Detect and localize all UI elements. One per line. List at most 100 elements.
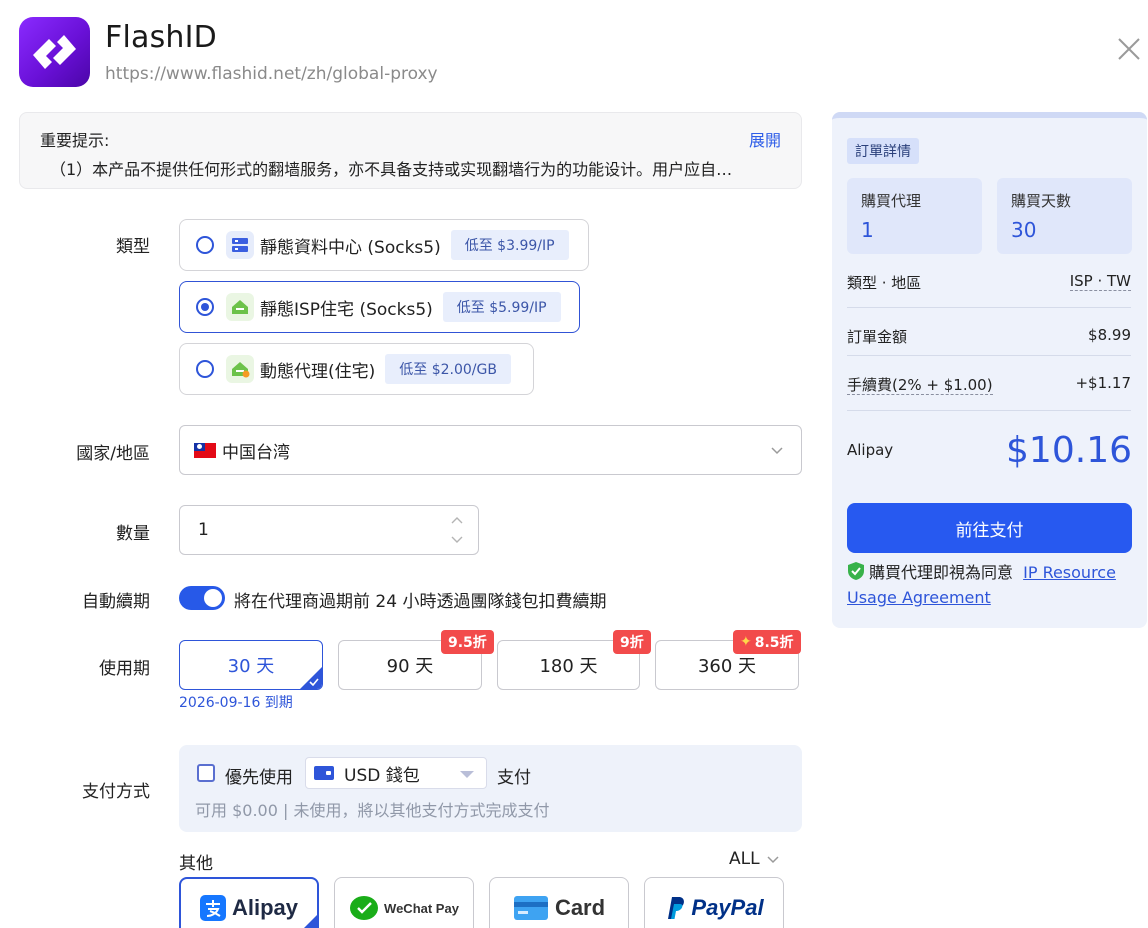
method-label: Alipay (847, 441, 894, 459)
wallet-panel: 優先使用 USD 錢包 支付 可用 $0.00 | 未使用，將以其他支付方式完成… (179, 745, 802, 832)
close-icon[interactable] (1114, 34, 1144, 64)
quantity-stepper[interactable]: 1 (179, 505, 479, 555)
days-label: 購買天數 (1011, 192, 1072, 210)
stepper-arrows-icon[interactable] (450, 514, 464, 546)
summary-tag: 訂單詳情 (847, 138, 919, 164)
period-option-label: 360 天 (697, 656, 757, 677)
auto-renew-toggle[interactable] (179, 586, 225, 610)
method-label: Alipay (231, 895, 299, 920)
proxy-count-value: 1 (861, 218, 874, 242)
type-region-label: 類型 · 地區 (847, 274, 922, 292)
type-option-isp[interactable]: 靜態ISP住宅 (Socks5) 低至 $5.99/IP (179, 281, 580, 333)
method-wechat-pay[interactable]: WeChat Pay (334, 877, 474, 928)
wechat-pay-icon (350, 896, 379, 920)
period-option-label: 180 天 (539, 656, 598, 677)
agreement-text: 購買代理即視為同意 (869, 563, 1014, 582)
fee-value: +$1.17 (1075, 374, 1131, 392)
region-select[interactable]: 中国台湾 (179, 425, 802, 475)
home-icon (226, 293, 254, 321)
type-label: 類型 (116, 237, 150, 257)
amount-label: 訂單金額 (847, 328, 908, 346)
wallet-checkbox[interactable] (197, 764, 215, 782)
selected-corner (295, 915, 317, 928)
divider (847, 307, 1131, 308)
radio-button[interactable] (196, 298, 214, 316)
fee-row: 手續費(2% + $1.00) +$1.17 (847, 374, 1131, 395)
price-tag: 低至 $5.99/IP (442, 292, 561, 322)
chevron-down-icon (767, 856, 779, 864)
taiwan-flag-icon (194, 442, 216, 458)
type-option-label: 靜態ISP住宅 (Socks5) (260, 299, 433, 320)
days-value: 30 (1011, 218, 1037, 242)
divider (847, 355, 1131, 356)
amount-value: $8.99 (1088, 326, 1131, 344)
method-filter-label: ALL (729, 849, 760, 869)
alipay-icon (199, 895, 226, 921)
auto-renew-description: 將在代理商過期前 24 小時透過團隊錢包扣費續期 (234, 592, 607, 612)
type-region-value: ISP · TW (1069, 272, 1131, 291)
method-label: WeChat Pay (384, 900, 459, 916)
type-option-dynamic[interactable]: 動態代理(住宅) 低至 $2.00/GB (179, 343, 534, 395)
method-alipay[interactable]: Alipay (179, 877, 319, 928)
wallet-prefix-text: 優先使用 (225, 768, 293, 788)
auto-renew-label: 自動續期 (82, 592, 150, 612)
divider (847, 410, 1131, 411)
radio-button[interactable] (196, 236, 214, 254)
server-icon (226, 231, 254, 259)
type-region-row: 類型 · 地區 ISP · TW (847, 272, 1131, 293)
important-notice: 重要提示: 展開 （1）本产品不提供任何形式的翻墙服务，亦不具备支持或实现翻墙行… (19, 112, 802, 189)
amount-row: 訂單金額 $8.99 (847, 326, 1131, 347)
period-option-label: 90 天 (386, 656, 434, 677)
method-card[interactable]: Card (489, 877, 629, 928)
wallet-select[interactable]: USD 錢包 (305, 757, 487, 789)
period-option-label: 30 天 (227, 656, 275, 677)
proxy-count-label: 購買代理 (861, 192, 922, 210)
region-label: 國家/地區 (76, 444, 150, 464)
expire-date: 2026-09-16 到期 (179, 695, 293, 711)
chevron-down-icon (771, 447, 783, 455)
price-tag: 低至 $2.00/GB (385, 354, 511, 384)
type-option-label: 動態代理(住宅) (260, 361, 376, 382)
wallet-hint: 可用 $0.00 | 未使用，將以其他支付方式完成支付 (195, 801, 550, 820)
flashid-logo (19, 17, 90, 87)
wallet-name: USD 錢包 (344, 765, 420, 786)
payment-label: 支付方式 (82, 782, 150, 802)
agreement-note: 購買代理即視為同意 IP Resource Usage Agreement (847, 560, 1137, 610)
notice-title: 重要提示: (40, 131, 110, 150)
proxy-count-card: 購買代理 1 (847, 178, 982, 254)
quantity-label: 數量 (116, 524, 150, 544)
discount-badge: ✦ 8.5折 (733, 630, 801, 654)
shield-check-icon (848, 562, 864, 580)
wallet-icon (314, 766, 334, 780)
fee-label: 手續費(2% + $1.00) (847, 376, 993, 395)
method-filter[interactable]: ALL (729, 849, 780, 869)
discount-badge: 9.5折 (441, 630, 494, 654)
period-label: 使用期 (99, 659, 150, 679)
credit-card-icon (513, 896, 548, 920)
days-card: 購買天數 30 (997, 178, 1132, 254)
check-icon (309, 678, 319, 686)
discount-badge-text: 8.5折 (754, 635, 794, 651)
caret-down-icon (460, 771, 474, 778)
method-label: Card (554, 895, 606, 920)
period-option-30[interactable]: 30 天 (179, 640, 323, 690)
app-title: FlashID (105, 20, 217, 55)
notice-expand-link[interactable]: 展開 (749, 127, 781, 151)
order-summary: 訂單詳情 購買代理 1 購買天數 30 類型 · 地區 ISP · TW 訂單金… (832, 112, 1147, 628)
notice-text: （1）本产品不提供任何形式的翻墙服务，亦不具备支持或实现翻墙行为的功能设计。用户… (50, 160, 733, 179)
proceed-to-pay-button[interactable]: 前往支付 (847, 503, 1132, 553)
other-methods-label: 其他 (179, 854, 213, 874)
paypal-icon (668, 897, 685, 919)
wallet-suffix-text: 支付 (497, 768, 531, 788)
radio-button[interactable] (196, 360, 214, 378)
type-option-label: 靜態資料中心 (Socks5) (260, 237, 441, 258)
method-label: PayPal (691, 895, 764, 920)
region-value: 中国台湾 (222, 442, 290, 463)
sparkle-icon: ✦ (740, 634, 752, 650)
page-url: https://www.flashid.net/zh/global-proxy (105, 64, 438, 84)
price-tag: 低至 $3.99/IP (450, 230, 569, 260)
type-option-datacenter[interactable]: 靜態資料中心 (Socks5) 低至 $3.99/IP (179, 219, 589, 271)
total-amount: $10.16 (1006, 430, 1132, 471)
method-paypal[interactable]: PayPal (644, 877, 784, 928)
quantity-value[interactable]: 1 (198, 520, 209, 540)
